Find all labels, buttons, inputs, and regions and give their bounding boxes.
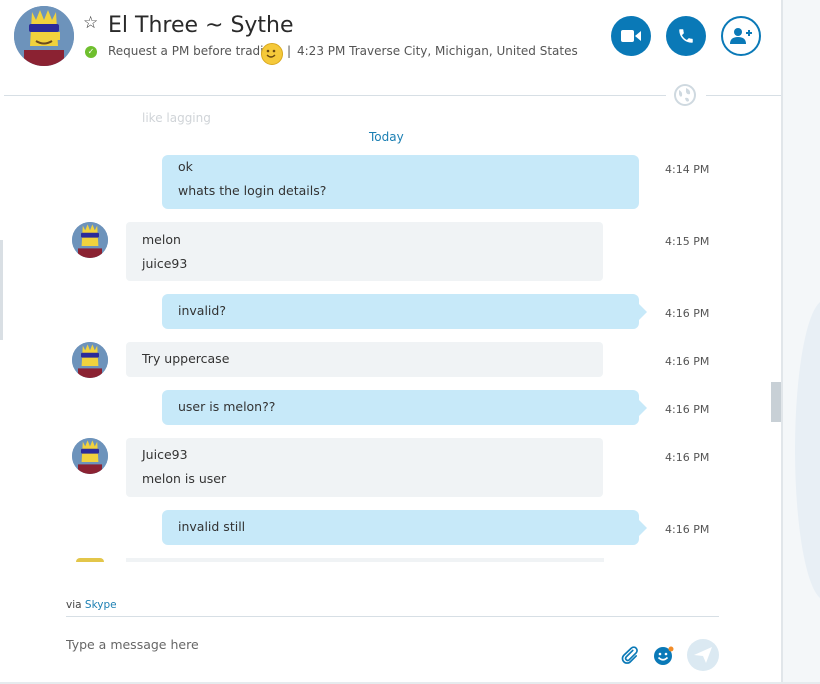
outgoing-message[interactable]: invalid still: [162, 510, 647, 545]
add-person-icon: [730, 28, 752, 44]
video-call-button[interactable]: [611, 16, 651, 56]
outgoing-message[interactable]: invalid?: [162, 294, 647, 329]
message-line: invalid?: [178, 303, 226, 318]
sender-avatar[interactable]: [72, 222, 108, 258]
globe-icon[interactable]: [674, 84, 696, 106]
send-icon: [694, 647, 712, 663]
left-panel-edge: [0, 240, 3, 340]
sender-avatar[interactable]: [72, 438, 108, 474]
message-timestamp: 4:14 PM: [665, 163, 710, 176]
message-timestamp: 4:16 PM: [665, 355, 710, 368]
message-line: Juice93: [142, 447, 188, 462]
add-people-button[interactable]: [721, 16, 761, 56]
message-line: invalid still: [178, 519, 246, 534]
message-line: melon: [142, 232, 181, 247]
contact-avatar[interactable]: [14, 6, 74, 66]
paperclip-icon[interactable]: [619, 645, 639, 665]
local-time-location: 4:23 PM Traverse City, Michigan, United …: [297, 44, 578, 58]
incoming-message[interactable]: Juice93 melon is user: [126, 438, 603, 497]
header-divider: [4, 95, 666, 96]
send-button[interactable]: [687, 639, 719, 671]
incoming-message[interactable]: melon juice93: [126, 222, 603, 281]
contact-name: El Three ~ Sythe: [108, 13, 294, 38]
date-divider: Today: [369, 130, 404, 144]
skype-link[interactable]: Skype: [85, 599, 117, 611]
via-prefix: via: [66, 599, 82, 611]
incoming-message[interactable]: Try uppercase: [126, 342, 603, 377]
scrollbar-thumb[interactable]: [771, 382, 781, 422]
header-separator: |: [287, 44, 292, 58]
message-timestamp: 4:16 PM: [665, 523, 710, 536]
outgoing-message[interactable]: user is melon??: [162, 390, 647, 425]
phone-icon: [679, 29, 693, 43]
message-line: user is melon??: [178, 399, 276, 414]
message-timestamp: 4:16 PM: [665, 307, 710, 320]
mood-message: Request a PM before trading: [108, 44, 279, 58]
sender-avatar[interactable]: [72, 342, 108, 378]
previous-message-faded: like lagging: [142, 111, 211, 125]
message-timestamp: 4:16 PM: [665, 403, 710, 416]
message-line: ok: [178, 159, 193, 174]
message-line: Try uppercase: [142, 351, 230, 366]
star-icon[interactable]: ☆: [83, 15, 99, 32]
message-line: whats the login details?: [178, 183, 327, 198]
video-camera-icon: [621, 30, 641, 42]
emoticon-icon[interactable]: [653, 645, 674, 665]
incoming-message-partial: [126, 558, 604, 562]
audio-call-button[interactable]: [666, 16, 706, 56]
message-line: melon is user: [142, 471, 227, 486]
compose-divider: [66, 616, 719, 617]
online-status-icon: ✓: [85, 46, 97, 58]
header-divider: [706, 95, 781, 96]
message-line: juice93: [142, 256, 188, 271]
message-timestamp: 4:16 PM: [665, 451, 710, 464]
smiley-icon: [261, 43, 283, 65]
outgoing-message[interactable]: ok whats the login details?: [162, 155, 639, 209]
via-skype-label: via Skype: [66, 599, 117, 611]
sender-avatar-partial: [76, 558, 104, 562]
message-input[interactable]: [66, 634, 586, 654]
message-timestamp: 4:15 PM: [665, 235, 710, 248]
